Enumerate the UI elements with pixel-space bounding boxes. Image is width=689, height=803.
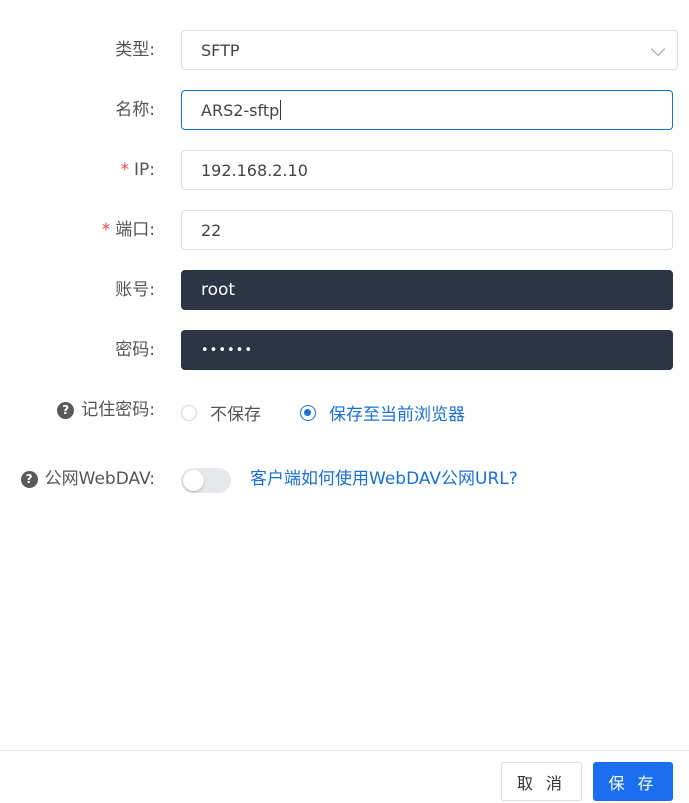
type-label: 类型: (115, 40, 155, 60)
port-input[interactable]: 22 (181, 210, 673, 250)
cancel-button[interactable]: 取 消 (501, 762, 582, 801)
chevron-down-icon (650, 41, 666, 57)
save-button[interactable]: 保 存 (593, 762, 673, 801)
ip-input[interactable]: 192.168.2.10 (181, 150, 673, 190)
help-icon[interactable]: ? (57, 401, 75, 419)
account-input-value: root (201, 280, 236, 300)
dialog-footer (0, 750, 689, 803)
required-mark: * (120, 160, 130, 180)
help-icon[interactable]: ? (20, 470, 38, 488)
name-input[interactable]: ARS2-sftp (181, 90, 673, 130)
radio-circle-selected[interactable] (300, 404, 316, 421)
radio-save-browser-label: 保存至当前浏览器 (329, 405, 465, 425)
radio-no-save[interactable]: 不保存 (181, 400, 261, 425)
ip-label: * IP: (120, 160, 156, 180)
radio-circle[interactable] (181, 404, 197, 421)
required-mark: * (101, 220, 111, 240)
account-label: 账号: (115, 280, 155, 300)
name-label: 名称: (115, 100, 155, 120)
type-select-value: SFTP (201, 40, 240, 60)
toggle-knob (183, 470, 204, 491)
port-input-value: 22 (201, 220, 222, 240)
type-select[interactable]: SFTP (181, 30, 678, 70)
text-caret (280, 100, 282, 120)
port-label: * 端口: (101, 220, 155, 240)
radio-no-save-label: 不保存 (210, 405, 261, 425)
password-input-value: •••••• (201, 342, 254, 358)
webdav-toggle[interactable] (181, 468, 231, 493)
remember-label: ? 记住密码: (57, 400, 155, 420)
radio-save-browser[interactable]: 保存至当前浏览器 (300, 400, 465, 425)
name-input-value: ARS2-sftp (201, 100, 280, 120)
password-input[interactable]: •••••• (181, 330, 673, 370)
password-label: 密码: (115, 340, 155, 360)
ip-input-value: 192.168.2.10 (201, 160, 308, 180)
webdav-label: ? 公网WebDAV: (20, 469, 155, 489)
account-input[interactable]: root (181, 270, 673, 310)
webdav-help-link[interactable]: 客户端如何使用WebDAV公网URL? (250, 468, 518, 490)
